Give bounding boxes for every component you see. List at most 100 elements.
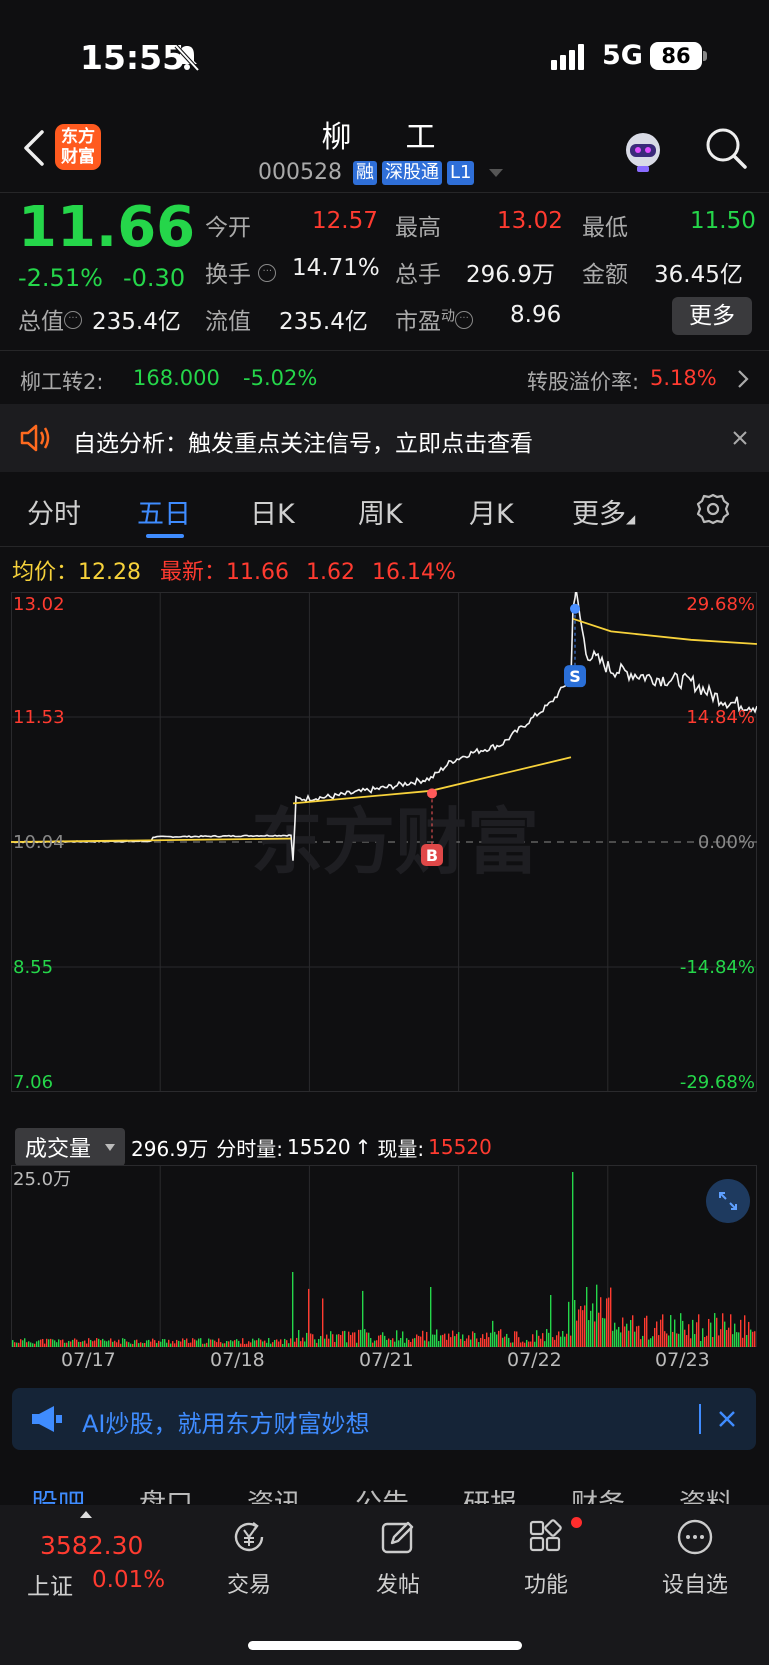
nav-post[interactable]: 发帖 [343,1517,453,1599]
now-volume-label: 现量: [377,1136,425,1161]
volume-bar [614,1322,616,1347]
y-right-tick: 29.68% [686,594,755,615]
notice-banner[interactable]: 自选分析：触发重点关注信号，立即点击查看 [0,404,769,472]
volume-bar [458,1332,460,1347]
info-icon[interactable]: ··· [258,264,277,282]
ai-banner[interactable]: AI炒股，就用东方财富妙想 [12,1388,756,1450]
index-value[interactable]: 3582.30 [40,1531,143,1560]
subtab-finance[interactable]: 财务 [571,1482,625,1504]
stock-code-row[interactable]: 000528 融 深股通 L1 [258,160,504,185]
close-icon[interactable] [732,430,748,446]
volume-bar [104,1340,106,1347]
volume-bar [448,1333,450,1347]
volume-bar [200,1338,202,1347]
tab-five-day[interactable]: 五日 [137,492,191,531]
subtab-news[interactable]: 资讯 [247,1482,301,1504]
volume-bar [266,1342,268,1347]
volume-bar [192,1338,194,1347]
volume-bar [540,1338,542,1347]
volume-bar [322,1298,324,1347]
volume-bar [310,1333,312,1347]
volume-bar [628,1330,630,1347]
tab-daily-k[interactable]: 日K [250,492,295,531]
search-icon[interactable] [704,126,748,170]
nav-add-watchlist[interactable]: 设自选 [640,1517,750,1599]
volume-bar [666,1333,668,1347]
volume-bar [702,1328,704,1347]
volume-bar [88,1338,90,1347]
volume-chart[interactable]: 25.0万 [11,1165,757,1347]
change-percent: -2.51% [18,264,103,292]
expand-up-icon[interactable] [80,1511,92,1518]
volume-bar [720,1329,722,1347]
volume-bar [708,1318,710,1347]
volume-bar [594,1321,596,1347]
status-time: 15:55 [80,38,186,77]
nav-functions[interactable]: 功能 [491,1517,601,1599]
volume-bar [278,1341,280,1347]
subtab-announcement[interactable]: 公告 [355,1482,409,1504]
diff-percent: 16.14% [371,560,456,585]
settings-gear-icon[interactable] [696,492,730,526]
subtab-guba[interactable]: 股吧 [31,1482,85,1504]
volume-bar [384,1335,386,1347]
volume-bar [546,1329,548,1347]
volume-bar [86,1343,88,1347]
volume-bar [228,1341,230,1347]
battery-icon: 86 [650,42,702,70]
nav-trade[interactable]: 交易 [194,1517,304,1599]
info-tabs: 股吧 盘口 资讯 公告 研报 财务 资料 [0,1464,769,1504]
tab-more[interactable]: 更多◢ [572,492,635,531]
volume-bar [388,1338,390,1347]
expand-icon[interactable] [706,1179,750,1223]
subtab-profile[interactable]: 资料 [679,1482,733,1504]
volume-bar [196,1340,198,1347]
volume-bar [328,1338,330,1347]
volume-bar [714,1313,716,1347]
volume-bar [516,1331,518,1347]
volume-bar [194,1339,196,1347]
volume-bar [24,1338,26,1347]
volume-bar [582,1310,584,1347]
divider [0,350,769,351]
volume-bar [524,1342,526,1347]
speaker-icon [20,424,50,452]
latest-label: 最新： [160,560,227,585]
volume-bar [142,1343,144,1347]
subtab-research[interactable]: 研报 [463,1482,517,1504]
convertible-name: 柳工转2: [20,370,104,394]
tab-intraday[interactable]: 分时 [27,492,81,531]
robot-assistant-icon[interactable] [620,128,666,174]
volume-bar [520,1342,522,1347]
volume-bar [152,1338,154,1347]
volume-bar [188,1342,190,1347]
volume-bar [94,1340,96,1347]
stat-value-volume: 296.9万 [466,262,555,288]
volume-bar [204,1343,206,1347]
five-day-price-chart[interactable]: 东方财富 BS 13.0211.5310.048.557.0629.68%14.… [11,592,757,1124]
more-button[interactable]: 更多 [672,297,752,335]
network-type: 5G [602,40,643,71]
convertible-bond-row[interactable]: 柳工转2: 168.000 -5.02% 转股溢价率: 5.18% [0,352,769,404]
volume-bar [440,1335,442,1347]
divider [0,546,769,547]
info-icon[interactable]: ··· [455,311,473,329]
info-icon[interactable]: ··· [64,311,82,329]
chart-tabs: 分时 五日 日K 周K 月K 更多◢ [0,476,769,546]
volume-bar [280,1339,282,1347]
tab-monthly-k[interactable]: 月K [469,492,514,531]
volume-bar [478,1342,480,1347]
convertible-price: 168.000 [133,366,220,390]
volume-bar [360,1329,362,1347]
subtab-pankou[interactable]: 盘口 [139,1482,193,1504]
volume-bar [352,1332,354,1347]
volume-bar [304,1341,306,1347]
volume-bar [474,1332,476,1347]
tab-weekly-k[interactable]: 周K [358,492,403,531]
volume-bar [112,1341,114,1347]
close-icon[interactable] [718,1410,736,1428]
volume-bar [42,1338,44,1347]
volume-bar [168,1339,170,1347]
volume-selector[interactable]: 成交量 [15,1128,126,1166]
volume-bar [430,1287,432,1347]
